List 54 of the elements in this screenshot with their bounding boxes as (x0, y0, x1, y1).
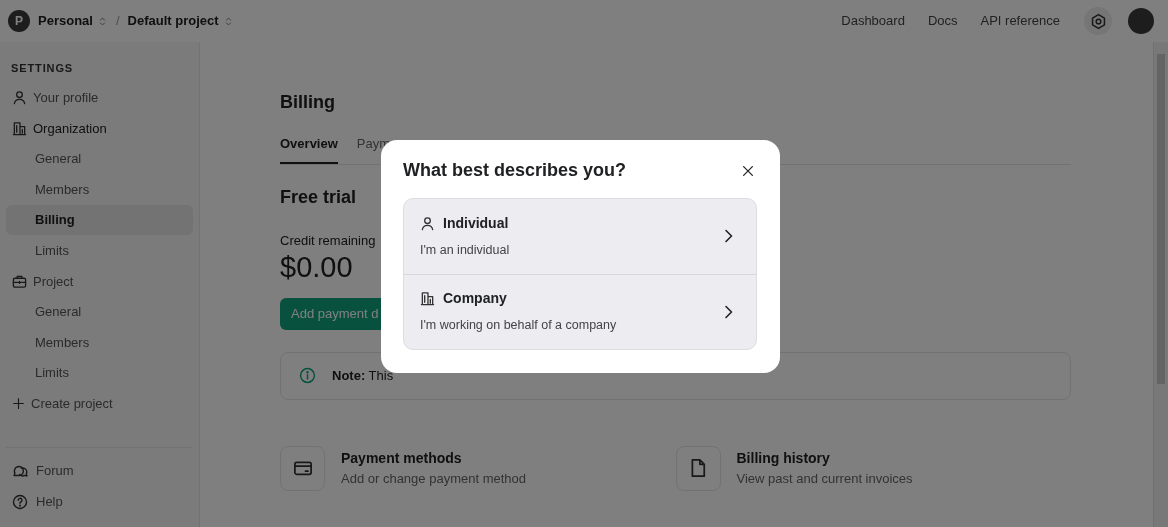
tab[interactable]: Overview (280, 133, 338, 165)
sidebar-item[interactable]: Billing (6, 204, 193, 236)
close-icon (741, 163, 755, 178)
sidebar-item[interactable]: Organization (6, 113, 193, 144)
info-icon (299, 367, 316, 385)
option-title: Individual (443, 213, 509, 233)
sidebar-item[interactable]: General (6, 296, 193, 328)
card-subtitle: Add or change payment method (341, 469, 526, 488)
card-subtitle: View past and current invoices (736, 469, 913, 488)
sidebar-heading: SETTINGS (10, 61, 75, 76)
nav-link[interactable]: Docs (927, 11, 958, 31)
nav-link[interactable]: API reference (980, 11, 1060, 31)
sidebar-item[interactable]: Your profile (6, 82, 193, 114)
icon-tile[interactable] (280, 445, 325, 491)
section-title: Free trial (280, 187, 357, 209)
sidebar-item[interactable]: Members (6, 174, 193, 205)
option-button[interactable]: Individual I'm an individual (404, 198, 756, 274)
sidebar-link[interactable]: Forum (6, 455, 193, 487)
org-avatar[interactable]: P (8, 10, 30, 32)
settings-button[interactable] (1084, 7, 1112, 35)
sidebar-item[interactable]: Limits (6, 235, 193, 267)
scrollbar[interactable] (1153, 42, 1168, 527)
breadcrumb-dropdown[interactable]: Personal (38, 11, 108, 31)
chat-bubbles-icon (12, 463, 28, 480)
briefcase-icon (12, 273, 27, 289)
sidebar-item[interactable]: General (6, 143, 193, 175)
option-button[interactable]: Company I'm working on behalf of a company (404, 273, 756, 349)
building-icon (12, 120, 27, 136)
person-icon (420, 215, 435, 231)
building-icon (420, 291, 435, 307)
sidebar-item[interactable]: Create project (6, 388, 193, 420)
nav-link[interactable]: Dashboard (841, 11, 905, 31)
breadcrumb-dropdown[interactable]: Default project (127, 11, 234, 31)
option-subtitle: I'm an individual (420, 241, 511, 259)
sidebar-item[interactable]: Project (6, 266, 193, 297)
card-title: Payment methods (341, 448, 463, 468)
credit-amount: $0.00 (280, 252, 353, 285)
page-title: Billing (280, 92, 335, 114)
person-icon (12, 90, 27, 106)
plus-icon (12, 397, 25, 411)
sidebar-item[interactable]: Limits (6, 357, 193, 389)
option-subtitle: I'm working on behalf of a company (420, 317, 618, 335)
credit-label: Credit remaining (280, 231, 376, 250)
settings-icon (1089, 12, 1107, 30)
sidebar-link[interactable]: Help (6, 486, 193, 517)
icon-tile[interactable] (675, 445, 721, 491)
help-icon (12, 493, 28, 510)
card-title: Billing history (736, 448, 831, 468)
note-text: Note: This (332, 366, 394, 385)
dialog-title: What best describes you? (403, 160, 627, 182)
breadcrumb-separator: / (115, 12, 120, 31)
option-title: Company (443, 289, 507, 309)
user-avatar[interactable] (1128, 8, 1154, 34)
sidebar-item[interactable]: Members (6, 327, 193, 358)
